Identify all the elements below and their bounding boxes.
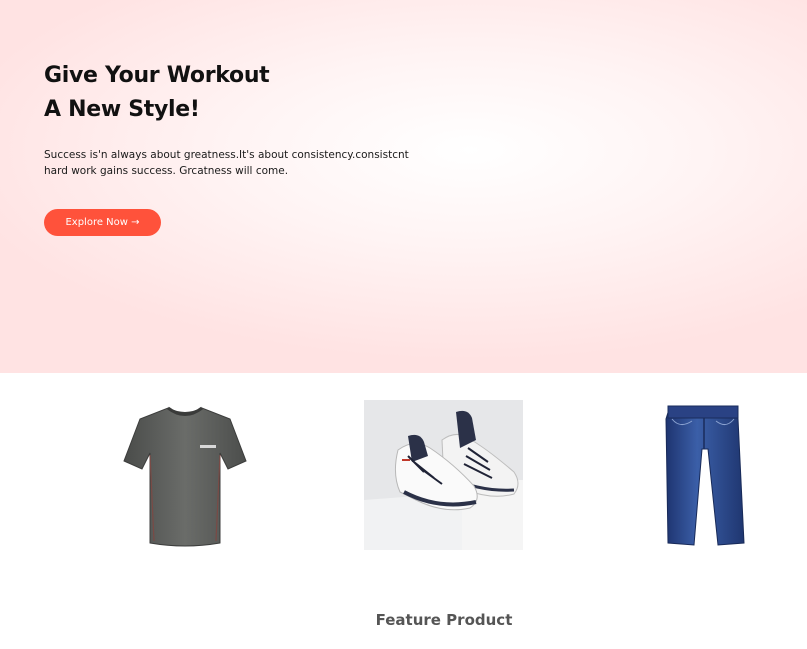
- hero-description: Success is'n always about greatness.It's…: [44, 147, 464, 179]
- hero-title-line-1: Give Your Workout: [44, 63, 270, 88]
- feature-product-heading: Feature Product: [375, 611, 513, 629]
- product-showcase: [0, 373, 807, 573]
- sneakers-image: [364, 400, 523, 550]
- explore-now-button[interactable]: Explore Now →: [44, 209, 161, 236]
- product-sneakers[interactable]: [364, 400, 523, 550]
- hero-banner: Give Your Workout A New Style! Success i…: [0, 0, 807, 373]
- product-jeans[interactable]: [662, 403, 752, 548]
- tshirt-image: [123, 406, 247, 547]
- product-tshirt[interactable]: [120, 403, 250, 548]
- hero-description-line-1: Success is'n always about greatness.It's…: [44, 149, 409, 161]
- jeans-image: [665, 405, 745, 546]
- hero-title-line-2: A New Style!: [44, 97, 200, 122]
- hero-description-line-2: hard work gains success. Grcatness will …: [44, 165, 289, 177]
- hero-title: Give Your Workout A New Style!: [44, 59, 374, 127]
